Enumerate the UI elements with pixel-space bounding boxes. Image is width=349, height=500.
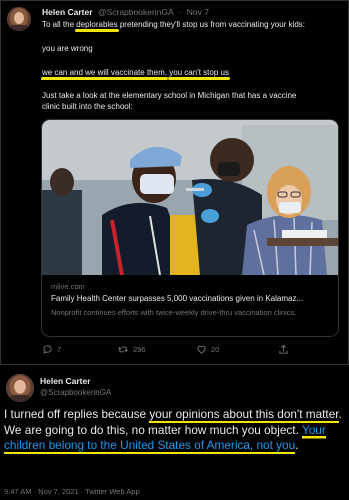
header-dot: · (178, 7, 182, 17)
screenshot-frame: Helen Carter @ScrapbookerinGA · Nov 7 To… (0, 0, 349, 500)
link-card-description: Nonprofit continues efforts with twice-w… (51, 308, 297, 317)
tweet-date[interactable]: Nov 7 (187, 7, 209, 17)
highlighted-text: you can't stop us (168, 68, 230, 80)
reply-button[interactable]: 7 (42, 344, 61, 355)
text-segment: . (295, 438, 299, 452)
tweet-text-line: Just take a look at the elementary schoo… (42, 91, 297, 100)
text-segment: To all the (42, 20, 77, 29)
retweet-icon (118, 346, 128, 353)
avatar[interactable] (6, 374, 34, 402)
retweet-count: 296 (133, 345, 146, 354)
text-segment: pretending they'll stop us from vaccinat… (117, 20, 306, 29)
main-tweet[interactable]: Helen Carter @ScrapbookerinGA I turned o… (0, 366, 349, 500)
link-card-domain[interactable]: mlive.com (51, 282, 85, 291)
like-count: 20 (211, 345, 220, 354)
tweet-timestamp[interactable]: 9:47 AM · Nov 7, 2021 · Twitter Web App (4, 487, 140, 496)
tweet-text-line: To all the deplorables pretending they'l… (42, 20, 306, 32)
reply-icon (43, 345, 52, 355)
author-handle[interactable]: @ScrapbookerinGA (40, 388, 111, 397)
tweet-text-line: we can and we will vaccinate them, you c… (41, 68, 230, 80)
author-name[interactable]: Helen Carter (42, 7, 93, 17)
retweet-button[interactable]: 296 (117, 344, 146, 355)
like-button[interactable]: 20 (196, 344, 219, 355)
tweet-header: Helen Carter @ScrapbookerinGA · Nov 7 (42, 7, 209, 17)
author-name[interactable]: Helen Carter (40, 376, 91, 386)
author-handle[interactable]: @ScrapbookerinGA (98, 7, 173, 17)
share-icon (279, 344, 288, 354)
tweet-body: I turned off replies because your opinio… (4, 407, 346, 454)
share-button[interactable] (278, 344, 289, 355)
highlighted-text: we can and we will vaccinate them, (41, 68, 168, 80)
avatar[interactable] (7, 7, 31, 31)
quoted-tweet[interactable]: Helen Carter @ScrapbookerinGA · Nov 7 To… (0, 0, 349, 365)
highlighted-text: your opinions about this don't matter (149, 407, 339, 423)
link-card[interactable]: mlive.com Family Health Center surpasses… (41, 119, 339, 337)
link-card-title[interactable]: Family Health Center surpasses 5,000 vac… (51, 294, 303, 303)
text-segment: I turned off replies because (4, 407, 150, 421)
highlighted-text: deplorables (75, 20, 120, 32)
link-card-image[interactable] (42, 120, 338, 276)
reply-count: 7 (57, 345, 62, 354)
tweet-text-line: clinic built into the school: (42, 102, 133, 111)
tweet-text-line: you are wrong (42, 44, 93, 53)
heart-icon (197, 345, 206, 354)
tweet-actions: 7 296 20 (42, 344, 332, 358)
